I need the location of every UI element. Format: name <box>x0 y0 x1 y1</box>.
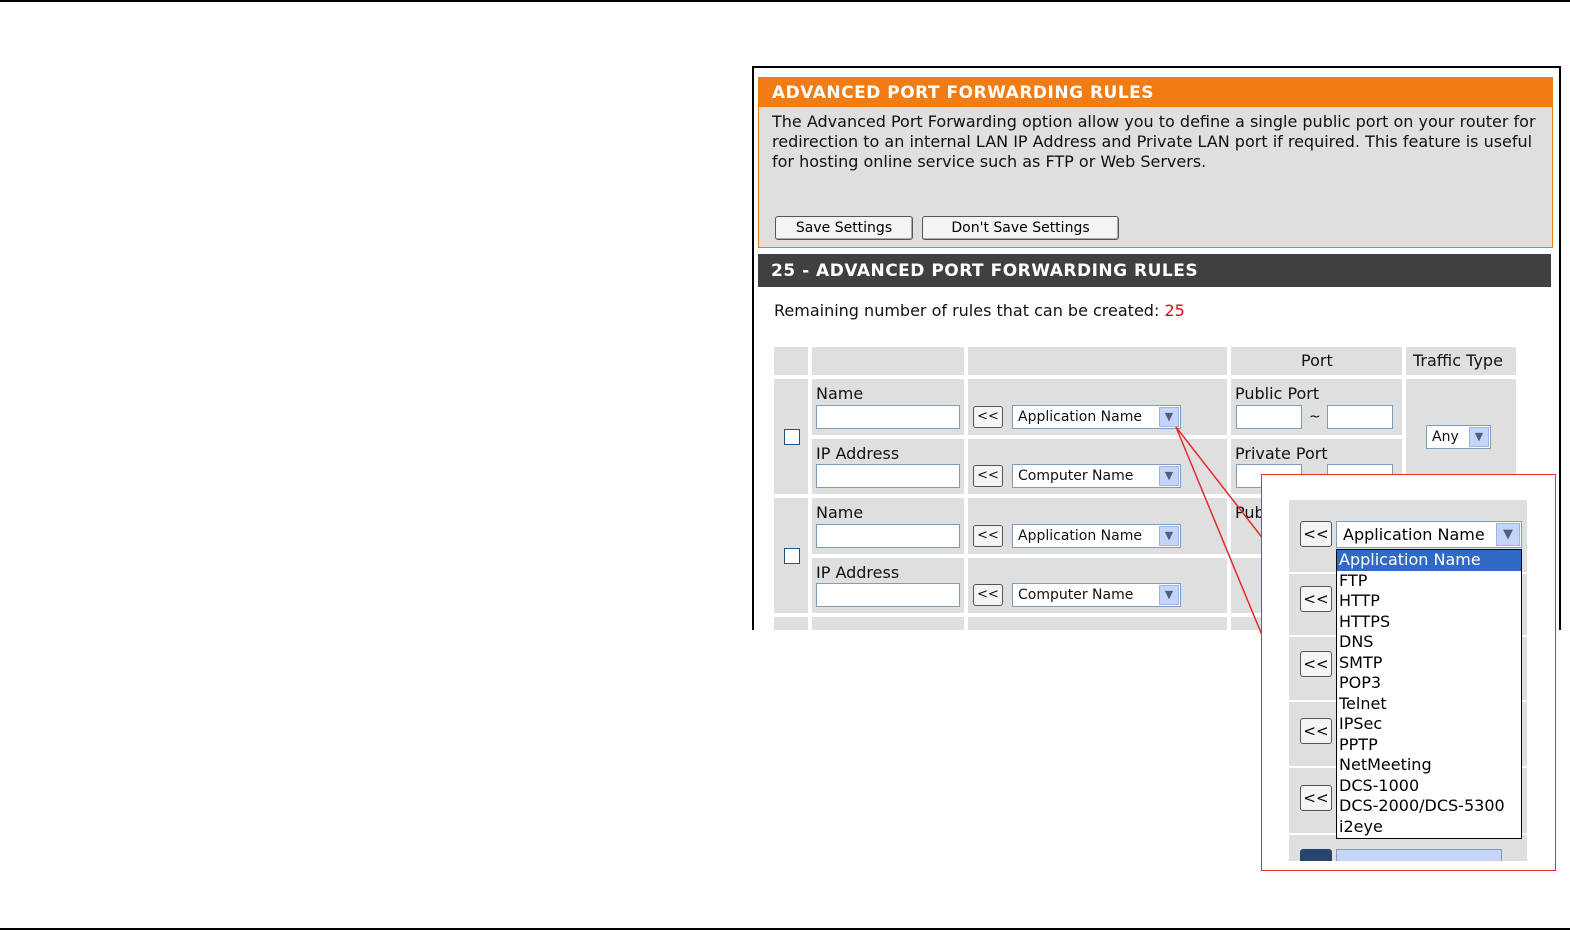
dropdown-option[interactable]: HTTP <box>1337 591 1521 612</box>
select-value: Any <box>1432 429 1459 445</box>
zoomed-application-column: << << << << << Application Name ▼ Applic… <box>1289 500 1527 861</box>
dont-save-settings-button[interactable]: Don't Save Settings <box>922 216 1119 240</box>
rule-2-name-cell: Name <box>812 498 964 554</box>
range-separator: ~ <box>1309 409 1321 425</box>
dropdown-option[interactable]: DCS-2000/DCS-5300 <box>1337 796 1521 817</box>
remaining-count: 25 <box>1164 301 1185 320</box>
rule-1-application-copy-button[interactable]: << <box>973 406 1003 428</box>
rule-2-check-cell <box>774 498 808 613</box>
rule-2-application-copy-button[interactable]: << <box>973 525 1003 547</box>
header-cell-blank <box>774 347 808 375</box>
header-cell-blank <box>812 347 964 375</box>
chevron-down-icon: ▼ <box>1159 585 1179 605</box>
rule-2-ip-input[interactable] <box>816 583 960 607</box>
ip-address-label: IP Address <box>816 444 900 463</box>
rule-1-ip-input[interactable] <box>816 464 960 488</box>
rules-section-title: 25 - ADVANCED PORT FORWARDING RULES <box>758 254 1551 287</box>
rule-3-name-cell <box>812 617 964 630</box>
rule-2-checkbox[interactable] <box>784 548 800 564</box>
rule-2-computer-select[interactable]: Computer Name ▼ <box>1012 583 1181 607</box>
name-label: Name <box>816 384 864 403</box>
advanced-port-forwarding-panel: ADVANCED PORT FORWARDING RULES The Advan… <box>758 77 1553 248</box>
rule-1-computer-select[interactable]: Computer Name ▼ <box>1012 464 1181 488</box>
dropdown-option[interactable]: SMTP <box>1337 653 1521 674</box>
select-value: Computer Name <box>1018 587 1134 603</box>
bottom-rule <box>0 928 1570 930</box>
zoomed-application-select[interactable]: Application Name ▼ <box>1336 521 1522 548</box>
panel-title: ADVANCED PORT FORWARDING RULES <box>759 78 1552 107</box>
dropdown-option[interactable]: NetMeeting <box>1337 755 1521 776</box>
top-rule <box>0 0 1570 2</box>
rule-2-ip-cell: IP Address <box>812 558 964 613</box>
rule-1-public-port-end[interactable] <box>1327 405 1393 429</box>
header-cell-traffic: Traffic Type <box>1406 347 1516 375</box>
rule-1-name-input[interactable] <box>816 405 960 429</box>
rule-1-checkbox[interactable] <box>784 429 800 445</box>
save-settings-button[interactable]: Save Settings <box>775 216 913 240</box>
traffic-type-header: Traffic Type <box>1413 351 1503 370</box>
private-port-label: Private Port <box>1235 444 1328 463</box>
chevron-down-icon: ▼ <box>1159 526 1179 546</box>
rule-1-traffic-select[interactable]: Any ▼ <box>1426 425 1491 449</box>
rule-1-application-select[interactable]: Application Name ▼ <box>1012 405 1181 429</box>
cut-off-button <box>1300 849 1332 861</box>
rule-3-check-cell <box>774 617 808 630</box>
select-value: Application Name <box>1018 409 1142 425</box>
dropdown-option[interactable]: POP3 <box>1337 673 1521 694</box>
rule-2-computer-copy-button[interactable]: << <box>973 584 1003 606</box>
dropdown-option[interactable]: i2eye <box>1337 817 1521 838</box>
rule-2-application-cell: << Application Name ▼ <box>968 498 1227 554</box>
dropdown-option[interactable]: FTP <box>1337 571 1521 592</box>
rule-1-computer-copy-button[interactable]: << <box>973 465 1003 487</box>
zoomed-copy-button[interactable]: << <box>1300 651 1332 677</box>
public-port-label: Public Port <box>1235 384 1320 403</box>
zoomed-copy-button[interactable]: << <box>1300 785 1332 811</box>
zoomed-copy-button[interactable]: << <box>1300 718 1332 744</box>
chevron-down-icon: ▼ <box>1159 407 1179 427</box>
dropdown-option[interactable]: IPSec <box>1337 714 1521 735</box>
rule-1-public-port-cell: Public Port ~ <box>1231 379 1402 435</box>
rule-1-public-port-start[interactable] <box>1236 405 1302 429</box>
dropdown-option[interactable]: Application Name <box>1337 550 1521 571</box>
application-options-list[interactable]: Application Name FTP HTTP HTTPS DNS SMTP POP3 T… <box>1336 549 1522 839</box>
zoomed-copy-button[interactable]: << <box>1300 521 1332 547</box>
rule-2-computer-cell: << Computer Name ▼ <box>968 558 1227 613</box>
remaining-label: Remaining number of rules that can be cr… <box>774 301 1160 320</box>
rule-3-application-cell <box>968 617 1227 630</box>
rule-1-ip-cell: IP Address <box>812 439 964 494</box>
panel-description: The Advanced Port Forwarding option allo… <box>772 112 1536 171</box>
select-value: Application Name <box>1018 528 1142 544</box>
header-cell-port: Port <box>1231 347 1402 375</box>
dropdown-option[interactable]: DCS-1000 <box>1337 776 1521 797</box>
chevron-down-icon: ▼ <box>1469 427 1489 447</box>
rule-1-check-cell <box>774 379 808 494</box>
dropdown-option[interactable]: Telnet <box>1337 694 1521 715</box>
rule-2-application-select[interactable]: Application Name ▼ <box>1012 524 1181 548</box>
dropdown-option[interactable]: HTTPS <box>1337 612 1521 633</box>
header-cell-blank <box>968 347 1227 375</box>
name-label: Name <box>816 503 864 522</box>
select-value: Computer Name <box>1018 468 1134 484</box>
application-dropdown-callout: << << << << << Application Name ▼ Applic… <box>1261 474 1556 871</box>
ip-address-label: IP Address <box>816 563 900 582</box>
cut-off-select <box>1336 849 1502 861</box>
chevron-down-icon: ▼ <box>1159 466 1179 486</box>
port-header: Port <box>1301 351 1333 370</box>
zoomed-copy-button[interactable]: << <box>1300 586 1332 612</box>
dropdown-option[interactable]: DNS <box>1337 632 1521 653</box>
chevron-down-icon: ▼ <box>1496 523 1520 546</box>
rule-1-application-cell: << Application Name ▼ <box>968 379 1227 435</box>
rule-2-name-input[interactable] <box>816 524 960 548</box>
dropdown-option[interactable]: PPTP <box>1337 735 1521 756</box>
remaining-rules-text: Remaining number of rules that can be cr… <box>774 301 1185 320</box>
rule-1-computer-cell: << Computer Name ▼ <box>968 439 1227 494</box>
rule-1-name-cell: Name <box>812 379 964 435</box>
select-value: Application Name <box>1343 525 1485 544</box>
